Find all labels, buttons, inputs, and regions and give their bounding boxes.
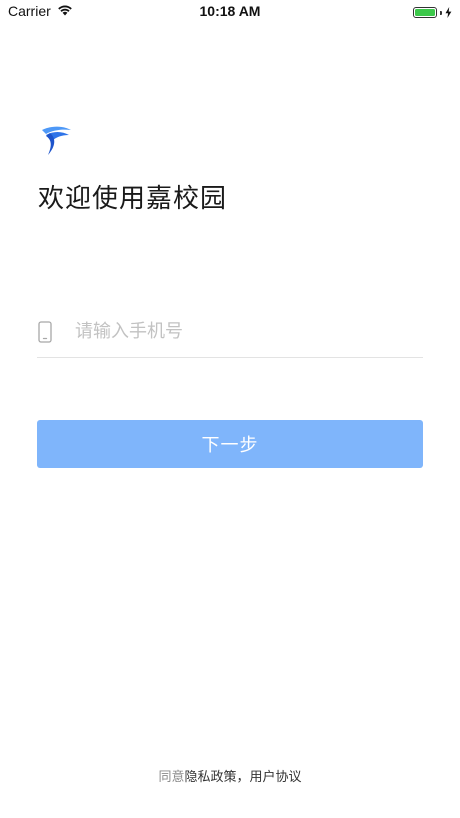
- status-bar: Carrier 10:18 AM: [0, 0, 460, 26]
- welcome-title: 欢迎使用嘉校园: [38, 184, 228, 214]
- user-agreement-link[interactable]: 用户协议: [250, 770, 302, 785]
- battery-cap: [440, 10, 442, 15]
- agreement-footer: 同意隐私政策，用户协议: [0, 766, 460, 785]
- privacy-policy-link[interactable]: 隐私政策: [184, 770, 236, 785]
- status-right: [413, 3, 452, 22]
- agreement-separator: ，: [236, 770, 250, 785]
- status-time: 10:18 AM: [199, 3, 261, 19]
- charging-bolt-icon: [445, 3, 452, 22]
- mobile-phone-icon: [37, 320, 53, 344]
- agree-prefix: 同意: [158, 770, 185, 785]
- battery-level: [415, 9, 435, 16]
- phone-number-input[interactable]: [75, 311, 423, 352]
- next-step-button[interactable]: 下一步: [37, 420, 423, 468]
- jiaxiaoyuan-logo-icon: [40, 124, 74, 158]
- battery-icon: [413, 7, 437, 18]
- phone-field[interactable]: [37, 306, 423, 358]
